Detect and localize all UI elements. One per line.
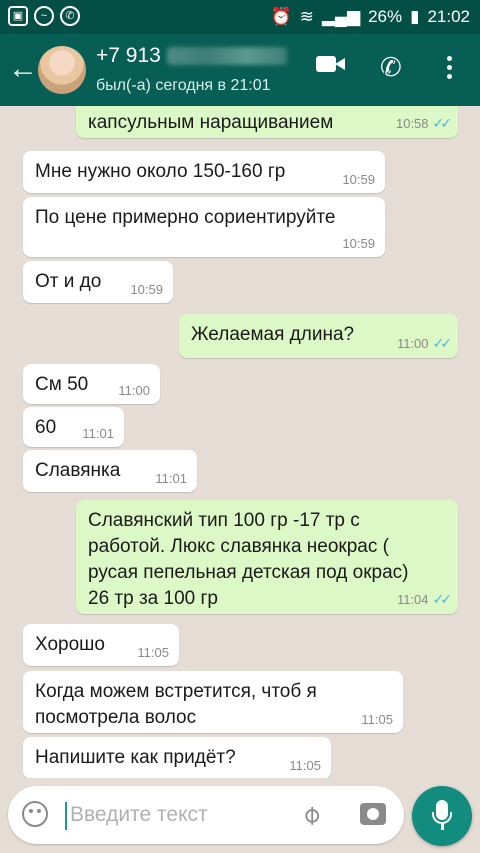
status-bar: ▣ ~ ✆ ⏰ ≋ ▂▄▆ 26% ▮ 21:02 — [0, 0, 480, 34]
system-status: ⏰ ≋ ▂▄▆ 26% ▮ 21:02 — [270, 7, 470, 27]
read-ticks-icon: ✓✓ — [432, 115, 453, 131]
message-input-bar: Введите текст ⌀ — [8, 786, 404, 844]
attach-icon[interactable]: ⌀ — [294, 798, 327, 831]
message-text: Когда можем встретится, чтоб я посмотрел… — [35, 681, 317, 728]
message-time: 11:05 — [289, 758, 321, 773]
message-bubble-in: По цене примерно сориентируйте 10:59 — [23, 197, 385, 257]
message-time: 10:58 ✓✓ — [395, 115, 453, 131]
message-bubble-out: Славянский тип 100 гр -17 тр с работой. … — [76, 500, 458, 614]
message-bubble-in: См 50 11:00 — [23, 364, 160, 404]
whatsapp-notification-icon: ✆ — [60, 6, 80, 26]
notification-icons: ▣ ~ ✆ — [8, 6, 80, 26]
contact-name[interactable]: +7 913 — [96, 44, 287, 68]
message-bubble-in: 60 11:01 — [23, 407, 124, 447]
contact-number: +7 913 — [96, 44, 161, 67]
messenger-notification-icon: ~ — [34, 6, 54, 26]
message-time: 11:05 — [361, 712, 393, 727]
message-bubble-in: Напишите как придёт? 11:05 — [23, 737, 331, 778]
message-bubble-in: Когда можем встретится, чтоб я посмотрел… — [23, 671, 403, 733]
gallery-notification-icon: ▣ — [8, 6, 28, 26]
message-input[interactable]: Введите текст — [70, 803, 208, 827]
emoji-icon[interactable] — [22, 801, 48, 827]
message-time: 11:01 — [155, 471, 187, 486]
battery-icon: ▮ — [410, 7, 420, 26]
message-time: 11:00 ✓✓ — [396, 335, 453, 351]
last-seen-status: был(-а) сегодня в 21:01 — [96, 77, 271, 94]
more-menu-icon[interactable] — [444, 56, 454, 83]
message-text: Мне нужно около 150-160 гр — [35, 161, 286, 182]
message-time: 10:59 — [342, 236, 375, 251]
message-time: 10:59 — [342, 172, 375, 187]
back-arrow-icon[interactable]: ← — [8, 54, 38, 84]
message-time: 11:04 ✓✓ — [396, 591, 453, 607]
message-bubble-out: Желаемая длина? 11:00 ✓✓ — [179, 314, 458, 358]
message-time: 11:00 — [118, 383, 150, 398]
mic-icon — [432, 800, 452, 824]
chat-header: ← +7 913 был(-а) сегодня в 21:01 ✆ — [0, 34, 480, 106]
clock: 21:02 — [427, 7, 470, 26]
message-bubble-in: Славянка 11:01 — [23, 450, 197, 492]
read-ticks-icon: ✓✓ — [432, 591, 453, 607]
read-ticks-icon: ✓✓ — [432, 335, 453, 351]
message-bubble-in: От и до 10:59 — [23, 261, 173, 303]
camera-icon[interactable] — [360, 803, 386, 825]
message-text: Напишите как придёт? — [35, 747, 236, 768]
message-bubble-out: капсульным наращиванием 10:58 ✓✓ — [76, 106, 458, 138]
redacted-number — [166, 47, 287, 66]
text-cursor — [65, 802, 67, 830]
message-time: 11:05 — [137, 645, 169, 660]
message-text: По цене примерно сориентируйте — [35, 207, 336, 228]
message-bubble-in: Хорошо 11:05 — [23, 624, 179, 666]
message-text: Славянский тип 100 гр -17 тр с работой. … — [88, 510, 409, 609]
message-time: 11:01 — [82, 426, 114, 441]
message-time: 10:59 — [130, 282, 163, 297]
chat-area[interactable]: капсульным наращиванием 10:58 ✓✓ Мне нужн… — [0, 106, 480, 778]
wifi-icon: ≋ — [299, 7, 314, 26]
message-bubble-in: Мне нужно около 150-160 гр 10:59 — [23, 151, 385, 193]
phone-icon[interactable]: ✆ — [380, 54, 410, 84]
alarm-icon: ⏰ — [270, 7, 292, 26]
battery-percent: 26% — [368, 7, 403, 26]
signal-icon: ▂▄▆ — [321, 7, 361, 26]
message-text: капсульным наращиванием — [88, 112, 334, 133]
video-call-icon[interactable] — [316, 54, 346, 74]
avatar[interactable] — [38, 46, 86, 94]
mic-button[interactable] — [412, 786, 472, 846]
